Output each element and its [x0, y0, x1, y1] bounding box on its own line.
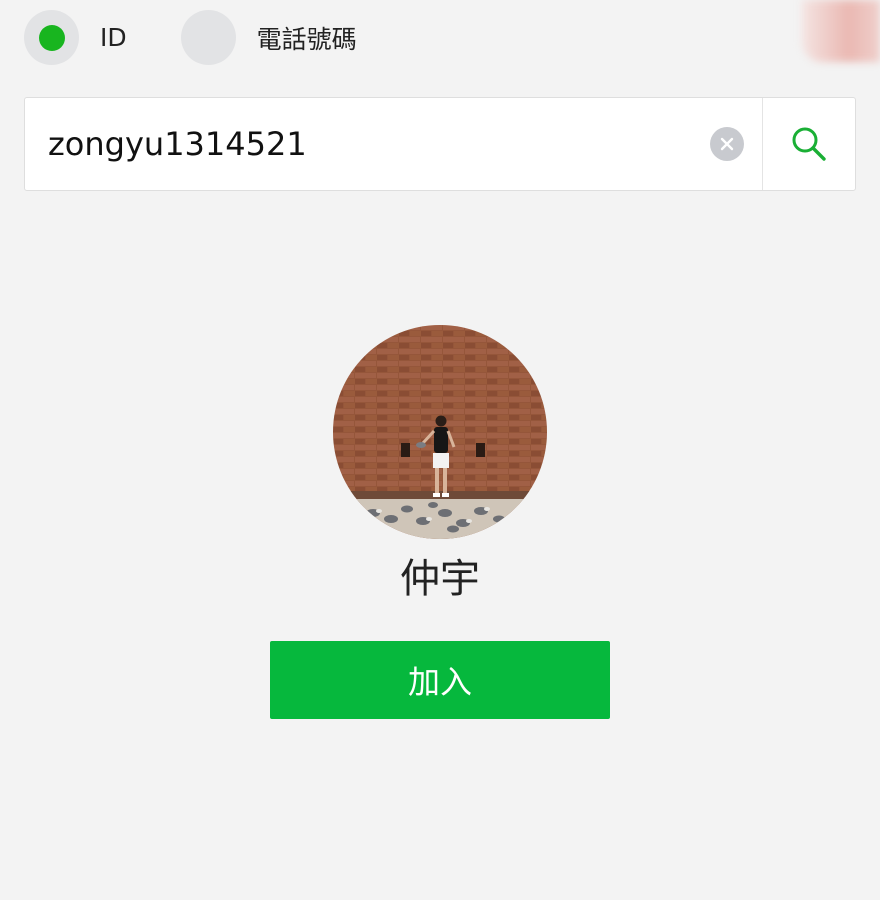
profile-name: 仲宇 [400, 556, 480, 602]
add-friend-button[interactable]: 加入 [270, 641, 610, 719]
radio-option-id[interactable]: ID [24, 10, 127, 65]
avatar-photo [333, 325, 547, 539]
search-bar [24, 97, 856, 191]
radio-button-phone[interactable] [180, 10, 236, 65]
search-type-selector: ID 電話號碼 [24, 10, 357, 65]
clear-button[interactable] [710, 127, 744, 161]
search-button[interactable] [763, 98, 855, 190]
add-friend-screen: ID 電話號碼 zongyu1314521 仲宇 加入 [0, 0, 880, 900]
radio-selected-dot [38, 24, 65, 51]
radio-button-id[interactable] [24, 10, 79, 65]
search-input[interactable] [25, 98, 710, 190]
radio-label-id: ID [100, 23, 127, 52]
avatar[interactable] [333, 325, 547, 539]
clear-icon [720, 137, 734, 151]
radio-label-phone: 電話號碼 [256, 24, 357, 54]
radio-option-phone[interactable]: 電話號碼 [180, 10, 357, 65]
search-icon [792, 127, 826, 161]
blurred-corner [802, 0, 880, 62]
